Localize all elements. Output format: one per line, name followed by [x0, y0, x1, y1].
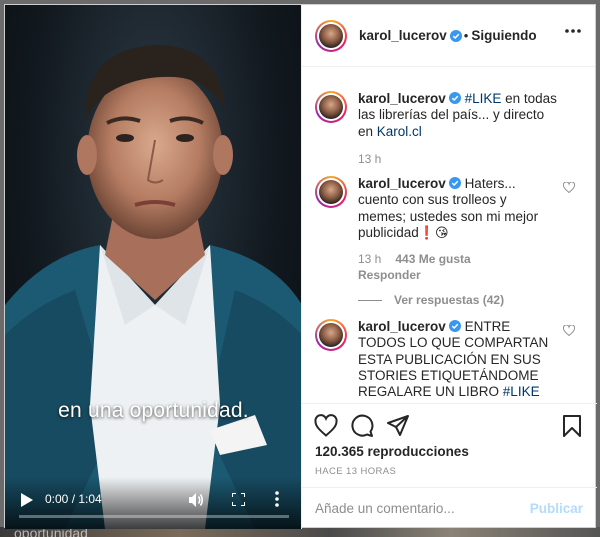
heart-icon[interactable]	[314, 414, 338, 438]
play-icon[interactable]	[21, 493, 33, 507]
comment-text: karol_lucerov ENTRE TODOS LO QUE COMPART…	[358, 319, 558, 400]
replies-divider	[358, 299, 382, 301]
comment-input[interactable]	[315, 501, 525, 516]
paper-plane-icon[interactable]	[386, 414, 410, 438]
comment-item: karol_lucerov Haters... cuento con sus t…	[315, 176, 587, 307]
view-replies-button[interactable]: Ver respuestas (42)	[358, 293, 587, 307]
post-header: karol_lucerov • Siguiendo	[302, 5, 595, 67]
comment-avatar[interactable]	[315, 319, 347, 351]
comment-bubble-icon[interactable]	[350, 414, 374, 438]
video-subtitle: en una oportunidad.	[58, 399, 249, 422]
video-controls: 0:00 / 1:04	[5, 477, 301, 529]
bookmark-icon[interactable]	[560, 414, 584, 438]
post-actions: 120.365 reproducciones HACE 13 HORAS	[302, 403, 597, 487]
comment-username[interactable]: karol_lucerov	[358, 176, 446, 191]
author-avatar[interactable]	[315, 19, 347, 52]
video-frame-person	[5, 45, 301, 529]
video-time: 0:00 / 1:04	[45, 492, 102, 506]
volume-icon[interactable]	[188, 492, 204, 508]
post-side-panel: karol_lucerov • Siguiendo karol_lucerov …	[301, 5, 597, 529]
more-vertical-icon[interactable]	[275, 491, 279, 507]
comment-avatar[interactable]	[315, 91, 347, 123]
comment-composer: Publicar	[302, 487, 597, 529]
posted-time: HACE 13 HORAS	[315, 466, 397, 477]
comment-likes[interactable]: 443 Me gusta	[395, 252, 470, 266]
reply-button[interactable]: Responder	[358, 268, 587, 282]
comment-text: karol_lucerov Haters... cuento con sus t…	[358, 176, 558, 242]
comment-hashtag[interactable]: #LIKE	[503, 384, 540, 399]
caption-hashtag[interactable]: #LIKE	[465, 91, 502, 106]
like-comment-heart-icon[interactable]	[563, 182, 575, 193]
more-horizontal-icon[interactable]	[565, 29, 581, 33]
comment-username[interactable]: karol_lucerov	[358, 91, 446, 106]
like-comment-heart-icon[interactable]	[563, 325, 575, 336]
views-count[interactable]: 120.365 reproducciones	[315, 444, 469, 459]
video-player[interactable]: en una oportunidad. 0:00 / 1:04	[5, 5, 301, 529]
view-replies-label: Ver respuestas (42)	[394, 293, 505, 308]
fullscreen-icon[interactable]	[232, 493, 245, 506]
comments-list[interactable]: karol_lucerov #LIKE en todas las librerí…	[302, 68, 597, 403]
header-separator: •	[463, 28, 469, 43]
author-username[interactable]: karol_lucerov	[359, 28, 447, 43]
caption-comment: karol_lucerov #LIKE en todas las librerí…	[315, 91, 587, 166]
publish-button[interactable]: Publicar	[530, 501, 583, 516]
verified-badge-icon	[448, 177, 461, 189]
comment-time: 13 h	[358, 252, 382, 267]
post-modal: en una oportunidad. 0:00 / 1:04 karol_lu…	[4, 4, 597, 529]
caption-text: karol_lucerov #LIKE en todas las librerí…	[358, 91, 558, 140]
comment-item: karol_lucerov ENTRE TODOS LO QUE COMPART…	[315, 319, 587, 400]
caption-link[interactable]: Karol.cl	[377, 124, 422, 139]
caption-time: 13 h	[358, 151, 382, 166]
comment-username[interactable]: karol_lucerov	[358, 319, 446, 334]
follow-status-button[interactable]: Siguiendo	[471, 28, 536, 43]
video-progress-bar[interactable]	[19, 515, 289, 518]
verified-badge-icon	[448, 92, 461, 104]
comment-emojis: ❗😘	[418, 225, 449, 241]
verified-badge-icon	[448, 320, 461, 332]
comment-meta: 13 h 443 Me gusta	[358, 252, 587, 266]
verified-badge-icon	[449, 29, 462, 42]
comment-avatar[interactable]	[315, 176, 347, 208]
